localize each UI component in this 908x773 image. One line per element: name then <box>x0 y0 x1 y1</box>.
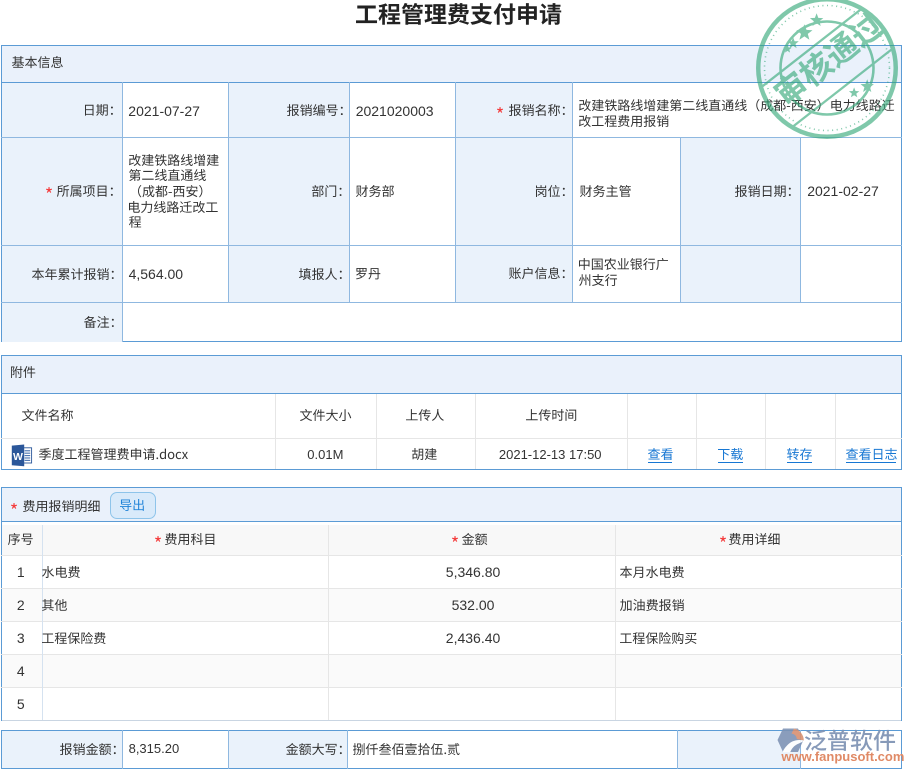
svg-text:W: W <box>13 451 23 463</box>
